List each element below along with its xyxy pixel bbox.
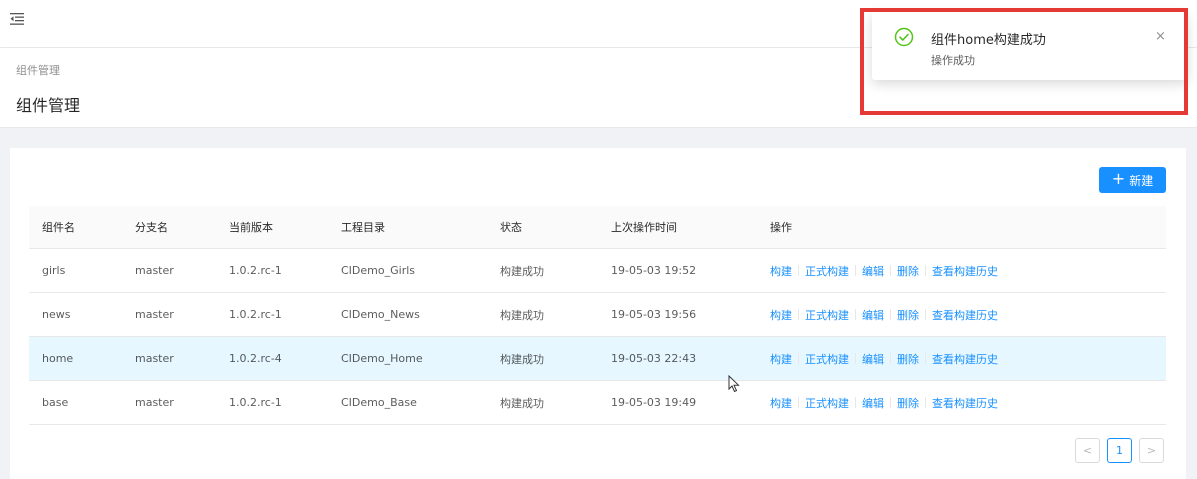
build-link[interactable]: 构建: [770, 307, 792, 323]
divider: [855, 309, 856, 320]
divider: [925, 353, 926, 364]
build-link[interactable]: 构建: [770, 263, 792, 279]
cell-status: 构建成功: [500, 264, 544, 278]
cell-branch: master: [135, 264, 174, 277]
divider: [890, 397, 891, 408]
divider: [798, 265, 799, 276]
divider: [855, 353, 856, 364]
page-title: 组件管理: [16, 96, 81, 115]
page-1-button[interactable]: 1: [1107, 438, 1132, 463]
table-row: news master 1.0.2.rc-1 CIDemo_News 构建成功 …: [29, 293, 1166, 337]
divider: [925, 265, 926, 276]
menu-fold-icon[interactable]: [10, 12, 24, 26]
breadcrumb[interactable]: 组件管理: [16, 62, 60, 78]
edit-link[interactable]: 编辑: [862, 395, 884, 411]
edit-link[interactable]: 编辑: [862, 263, 884, 279]
cell-actions: 构建 正式构建 编辑 删除 查看构建历史: [757, 263, 1166, 279]
cell-version: 1.0.2.rc-1: [229, 308, 282, 321]
cell-dir: CIDemo_News: [341, 308, 420, 321]
divider: [890, 309, 891, 320]
table-row: home master 1.0.2.rc-4 CIDemo_Home 构建成功 …: [29, 337, 1166, 381]
next-page-button[interactable]: >: [1139, 438, 1164, 463]
cell-actions: 构建 正式构建 编辑 删除 查看构建历史: [757, 307, 1166, 323]
cell-status: 构建成功: [500, 308, 544, 322]
column-header-version: 当前版本: [229, 221, 273, 234]
divider: [855, 265, 856, 276]
column-header-actions: 操作: [770, 221, 792, 234]
divider: [890, 353, 891, 364]
build-link[interactable]: 构建: [770, 395, 792, 411]
cell-time: 19-05-03 19:49: [611, 396, 697, 409]
divider: [798, 353, 799, 364]
build-history-link[interactable]: 查看构建历史: [932, 263, 998, 279]
cell-time: 19-05-03 19:52: [611, 264, 697, 277]
cell-actions: 构建 正式构建 编辑 删除 查看构建历史: [757, 395, 1166, 411]
formal-build-link[interactable]: 正式构建: [805, 351, 849, 367]
table-header: 组件名 分支名 当前版本 工程目录 状态 上次操作时间 操作: [29, 206, 1166, 249]
cell-status: 构建成功: [500, 396, 544, 410]
divider: [798, 309, 799, 320]
delete-link[interactable]: 删除: [897, 263, 919, 279]
build-link[interactable]: 构建: [770, 351, 792, 367]
edit-link[interactable]: 编辑: [862, 307, 884, 323]
cell-version: 1.0.2.rc-1: [229, 264, 282, 277]
build-history-link[interactable]: 查看构建历史: [932, 307, 998, 323]
close-icon[interactable]: ×: [1155, 29, 1166, 44]
cell-branch: master: [135, 352, 174, 365]
divider: [925, 397, 926, 408]
cell-name: news: [42, 308, 71, 321]
divider: [890, 265, 891, 276]
column-header-dir: 工程目录: [341, 221, 385, 234]
divider: [925, 309, 926, 320]
delete-link[interactable]: 删除: [897, 307, 919, 323]
notification: 组件home构建成功 操作成功 ×: [872, 11, 1187, 80]
divider: [855, 397, 856, 408]
build-history-link[interactable]: 查看构建历史: [932, 395, 998, 411]
edit-link[interactable]: 编辑: [862, 351, 884, 367]
cell-name: base: [42, 396, 69, 409]
notification-description: 操作成功: [931, 54, 975, 67]
table-row: base master 1.0.2.rc-1 CIDemo_Base 构建成功 …: [29, 381, 1166, 425]
cell-status: 构建成功: [500, 352, 544, 366]
prev-page-button[interactable]: <: [1075, 438, 1100, 463]
divider: [798, 397, 799, 408]
table-row: girls master 1.0.2.rc-1 CIDemo_Girls 构建成…: [29, 249, 1166, 293]
delete-link[interactable]: 删除: [897, 395, 919, 411]
delete-link[interactable]: 删除: [897, 351, 919, 367]
cell-branch: master: [135, 396, 174, 409]
mouse-cursor-icon: [728, 374, 740, 393]
formal-build-link[interactable]: 正式构建: [805, 307, 849, 323]
plus-icon: +: [1111, 169, 1126, 188]
cell-name: girls: [42, 264, 66, 277]
cell-branch: master: [135, 308, 174, 321]
new-button-label: 新建: [1129, 173, 1154, 188]
cell-version: 1.0.2.rc-1: [229, 396, 282, 409]
check-circle-icon: [894, 27, 914, 47]
cell-dir: CIDemo_Home: [341, 352, 423, 365]
content-card: + 新建 组件名 分支名 当前版本 工程目录 状态 上次操作时间 操作 girl…: [10, 148, 1186, 479]
formal-build-link[interactable]: 正式构建: [805, 263, 849, 279]
new-button[interactable]: + 新建: [1099, 167, 1166, 193]
column-header-name: 组件名: [42, 221, 75, 234]
cell-time: 19-05-03 22:43: [611, 352, 697, 365]
column-header-time: 上次操作时间: [611, 221, 677, 234]
component-table: 组件名 分支名 当前版本 工程目录 状态 上次操作时间 操作 girls mas…: [29, 206, 1166, 425]
column-header-branch: 分支名: [135, 221, 168, 234]
pagination: < 1 >: [1075, 438, 1164, 463]
formal-build-link[interactable]: 正式构建: [805, 395, 849, 411]
cell-dir: CIDemo_Base: [341, 396, 417, 409]
notification-title: 组件home构建成功: [931, 33, 1046, 48]
cell-time: 19-05-03 19:56: [611, 308, 697, 321]
build-history-link[interactable]: 查看构建历史: [932, 351, 998, 367]
column-header-status: 状态: [500, 221, 522, 234]
cell-version: 1.0.2.rc-4: [229, 352, 282, 365]
cell-name: home: [42, 352, 74, 365]
cell-dir: CIDemo_Girls: [341, 264, 415, 277]
cell-actions: 构建 正式构建 编辑 删除 查看构建历史: [757, 351, 1166, 367]
